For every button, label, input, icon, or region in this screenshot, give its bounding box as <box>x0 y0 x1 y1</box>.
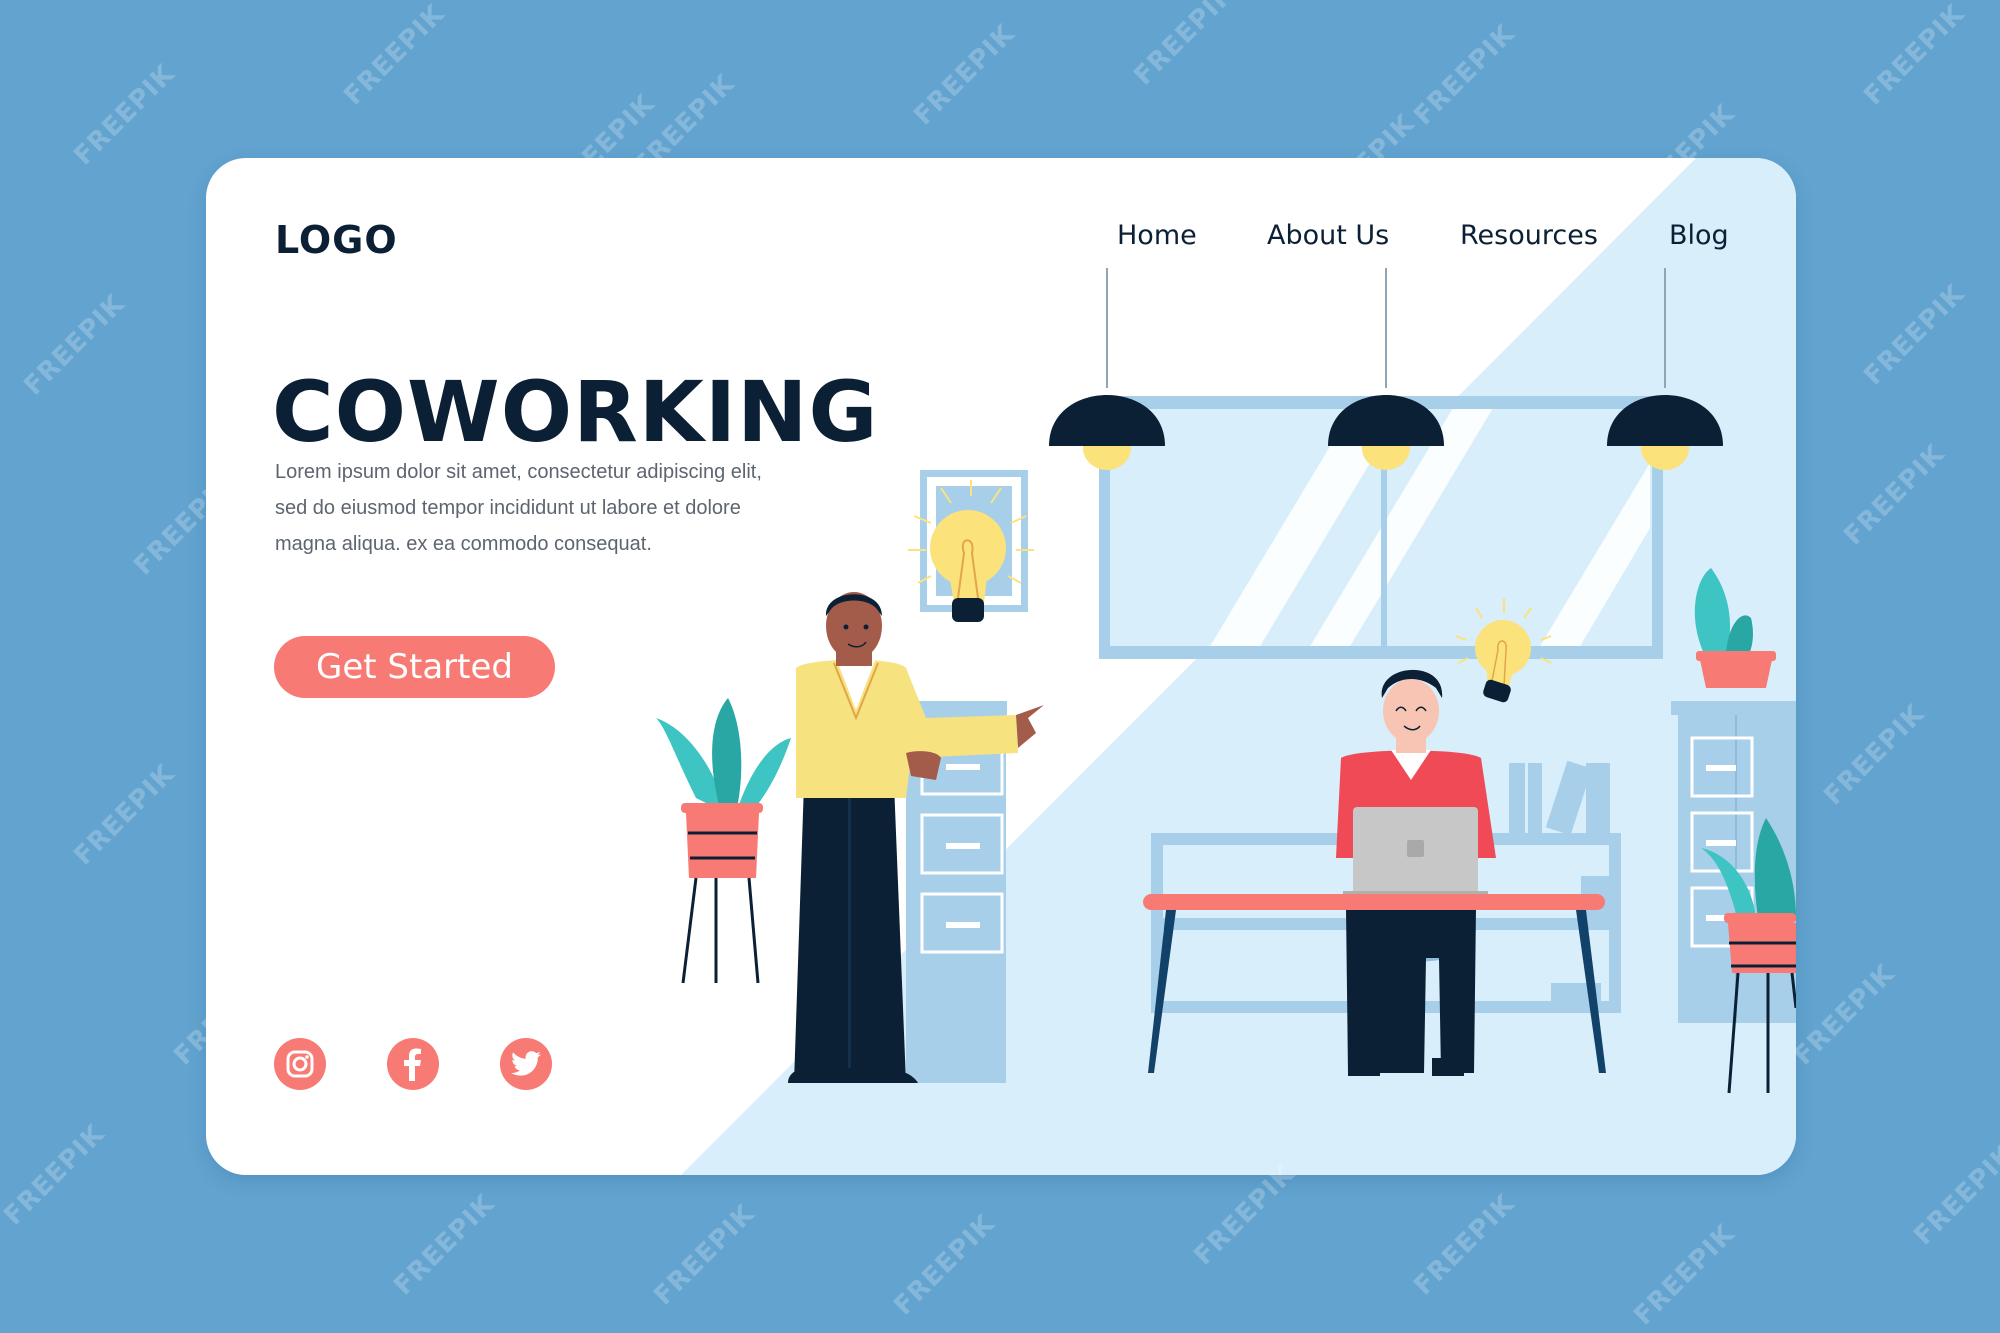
watermark-text: FREEPIK <box>1838 438 1951 552</box>
watermark-text: FREEPIK <box>388 1188 501 1302</box>
watermark-text: FREEPIK <box>18 288 131 402</box>
potted-plant-small <box>1694 568 1776 688</box>
watermark-text: FREEPIK <box>908 18 1021 132</box>
twitter-button[interactable] <box>500 1038 552 1090</box>
watermark-text: FREEPIK <box>1818 698 1931 812</box>
get-started-button[interactable]: Get Started <box>274 636 555 698</box>
laptop <box>1343 807 1488 897</box>
watermark-text: FREEPIK <box>1858 0 1971 112</box>
watermark-text: FREEPIK <box>1628 1218 1741 1332</box>
hero-description-line: Lorem ipsum dolor sit amet, consectetur … <box>275 461 762 483</box>
hero-title: COWORKING <box>272 363 879 461</box>
main-nav: Home About Us Resources Blog <box>206 220 1796 260</box>
watermark-text: FREEPIK <box>1188 1158 1301 1272</box>
watermark-text: FREEPIK <box>1128 0 1241 92</box>
watermark-text: FREEPIK <box>1908 1138 2000 1252</box>
watermark-text: FREEPIK <box>68 758 181 872</box>
watermark-text: FREEPIK <box>68 58 181 172</box>
watermark-text: FREEPIK <box>1788 958 1901 1072</box>
watermark-text: FREEPIK <box>0 1118 111 1232</box>
watermark-text: FREEPIK <box>1408 1188 1521 1302</box>
watermark-text: FREEPIK <box>888 1208 1001 1322</box>
hero-description-line: sed do eiusmod tempor incididunt ut labo… <box>275 497 741 519</box>
landing-page-card: LOGO Home About Us Resources Blog COWORK… <box>206 158 1796 1175</box>
nav-link-home[interactable]: Home <box>1117 220 1197 251</box>
twitter-icon <box>511 1051 541 1076</box>
watermark-text: FREEPIK <box>1858 278 1971 392</box>
potted-plant-left <box>656 698 791 984</box>
nav-link-about-us[interactable]: About Us <box>1267 220 1389 251</box>
watermark-text: FREEPIK <box>338 0 451 112</box>
nav-link-blog[interactable]: Blog <box>1669 220 1729 251</box>
instagram-button[interactable] <box>274 1038 326 1090</box>
nav-link-resources[interactable]: Resources <box>1460 220 1598 251</box>
watermark-text: FREEPIK <box>648 1198 761 1312</box>
pendant-lamps <box>1049 268 1723 470</box>
watermark-text: FREEPIK <box>1408 18 1521 132</box>
hero-description-line: magna aliqua. ex ea commodo consequat. <box>275 533 652 555</box>
hero-description: Lorem ipsum dolor sit amet, consectetur … <box>275 454 835 562</box>
facebook-icon <box>404 1048 421 1081</box>
instagram-icon <box>286 1050 314 1078</box>
facebook-button[interactable] <box>387 1038 439 1090</box>
